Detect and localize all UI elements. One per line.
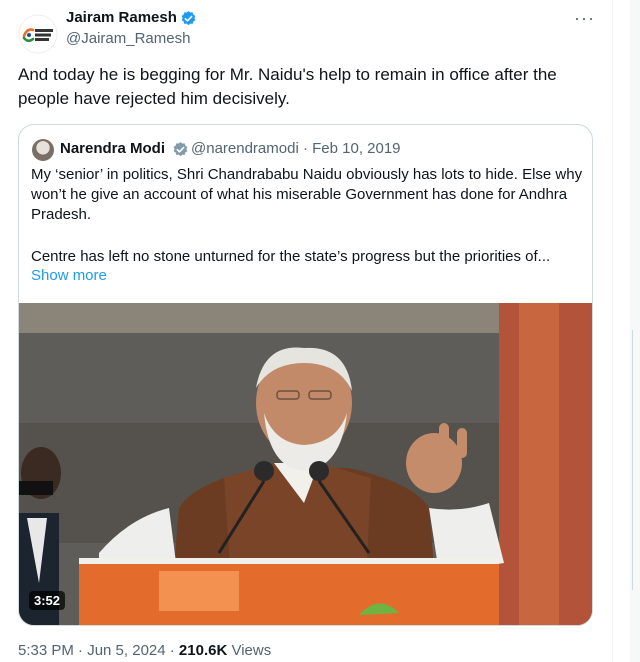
author-name[interactable]: Jairam Ramesh bbox=[66, 9, 177, 26]
quoted-tweet-card[interactable]: Narendra Modi @narendramodi · Feb 10, 20… bbox=[18, 124, 593, 626]
timestamp-link[interactable]: 5:33 PM · Jun 5, 2024 · bbox=[18, 642, 179, 659]
views-label: Views bbox=[227, 642, 272, 659]
column-border bbox=[612, 0, 613, 662]
scrollbar-track[interactable] bbox=[632, 330, 633, 590]
tweet-footer: 5:33 PM · Jun 5, 2024 · 210.6K Views bbox=[18, 642, 271, 659]
show-more-link[interactable]: Show more bbox=[31, 267, 107, 284]
video-thumbnail-image bbox=[19, 303, 592, 625]
author-avatar[interactable] bbox=[18, 14, 58, 54]
more-options-icon[interactable]: ··· bbox=[574, 8, 595, 29]
quoted-author-avatar[interactable] bbox=[32, 139, 54, 161]
quoted-handle-date[interactable]: @narendramodi · Feb 10, 2019 bbox=[191, 140, 401, 157]
quoted-text-paragraph-2: Centre has left no stone unturned for th… bbox=[31, 248, 551, 265]
quoted-text-paragraph-1: My ‘senior’ in politics, Shri Chandrabab… bbox=[31, 166, 583, 223]
quoted-verified-badge-icon[interactable] bbox=[172, 141, 189, 158]
verified-badge-icon[interactable] bbox=[180, 10, 197, 27]
video-player[interactable]: 3:52 bbox=[19, 303, 592, 625]
quoted-author-name[interactable]: Narendra Modi bbox=[60, 140, 165, 157]
views-count: 210.6K bbox=[178, 642, 228, 659]
tweet-text: And today he is begging for Mr. Naidu's … bbox=[18, 65, 557, 108]
bharat-jodo-logo-icon bbox=[18, 14, 58, 54]
video-duration-badge: 3:52 bbox=[29, 591, 66, 610]
author-handle[interactable]: @Jairam_Ramesh bbox=[66, 30, 190, 47]
